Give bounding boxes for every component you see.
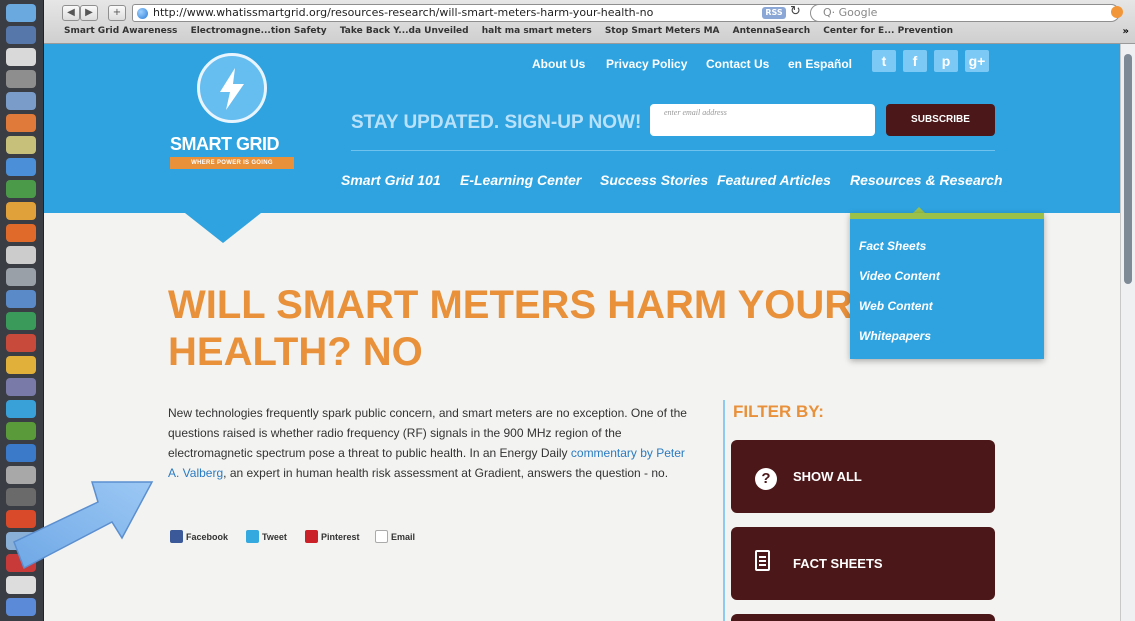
- question-icon: ?: [755, 468, 777, 490]
- lightning-icon[interactable]: [197, 53, 267, 123]
- googleplus-icon[interactable]: g+: [965, 50, 989, 72]
- resources-dropdown: Fact Sheets Video Content Web Content Wh…: [850, 213, 1044, 359]
- dock-app-icon[interactable]: [6, 202, 36, 220]
- document-icon: [755, 550, 770, 571]
- show-all-button[interactable]: ? SHOW ALL: [731, 440, 995, 513]
- dock-app-icon[interactable]: [6, 246, 36, 264]
- dock-app-icon[interactable]: [6, 4, 36, 22]
- dock-app-icon[interactable]: [6, 334, 36, 352]
- dock-app-icon[interactable]: [6, 136, 36, 154]
- dock-app-icon[interactable]: [6, 356, 36, 374]
- subscribe-button[interactable]: SUBSCRIBE: [886, 104, 995, 136]
- share-label: Pinterest: [321, 532, 360, 542]
- nav-resources-research[interactable]: Resources & Research: [850, 172, 1003, 188]
- share-pinterest[interactable]: Pinterest: [305, 530, 360, 543]
- share-email[interactable]: Email: [375, 530, 415, 543]
- dock-app-icon[interactable]: [6, 268, 36, 286]
- pinterest-icon: [305, 530, 318, 543]
- dock-app-icon[interactable]: [6, 114, 36, 132]
- bookmark-item[interactable]: Stop Smart Meters MA: [605, 26, 720, 36]
- bookmark-item[interactable]: Electromagne...tion Safety: [191, 26, 327, 36]
- share-label: Facebook: [186, 532, 229, 542]
- twitter-icon[interactable]: t: [872, 50, 896, 72]
- logo-title[interactable]: SMART GRID: [170, 134, 280, 155]
- bookmark-item[interactable]: Center for E... Prevention: [823, 26, 953, 36]
- dock-app-icon[interactable]: [6, 224, 36, 242]
- header-divider: [351, 150, 995, 151]
- dock-app-icon[interactable]: [6, 422, 36, 440]
- dock-app-icon[interactable]: [6, 158, 36, 176]
- pinterest-icon[interactable]: p: [934, 50, 958, 72]
- dock-app-icon[interactable]: [6, 92, 36, 110]
- browser-toolbar: ◀ ▶ + http://www.whatissmartgrid.org/res…: [44, 0, 1135, 44]
- fact-sheets-button[interactable]: FACT SHEETS: [731, 527, 995, 600]
- top-link-contact[interactable]: Contact Us: [706, 57, 769, 71]
- back-button[interactable]: ◀: [62, 5, 80, 21]
- dock-app-icon[interactable]: [6, 576, 36, 594]
- globe-icon: [137, 8, 148, 19]
- email-input[interactable]: enter email address: [650, 104, 875, 136]
- url-text: http://www.whatissmartgrid.org/resources…: [153, 6, 654, 19]
- bookmark-item[interactable]: Smart Grid Awareness: [64, 26, 177, 36]
- bookmark-item[interactable]: Take Back Y...da Unveiled: [340, 26, 469, 36]
- dock-app-icon[interactable]: [6, 70, 36, 88]
- email-icon: [375, 530, 388, 543]
- nav-smart-grid-101[interactable]: Smart Grid 101: [341, 172, 441, 188]
- dropdown-video-content[interactable]: Video Content: [859, 269, 940, 283]
- dropdown-web-content[interactable]: Web Content: [859, 299, 933, 313]
- top-link-spanish[interactable]: en Español: [788, 57, 852, 71]
- dropdown-whitepapers[interactable]: Whitepapers: [859, 329, 931, 343]
- button-label: SHOW ALL: [793, 469, 862, 484]
- dock-app-icon[interactable]: [6, 400, 36, 418]
- share-facebook[interactable]: Facebook: [170, 530, 228, 543]
- annotation-arrow-icon: [13, 481, 154, 570]
- logo-tagline: WHERE POWER IS GOING: [170, 157, 294, 169]
- bookmark-item[interactable]: halt ma smart meters: [482, 26, 592, 36]
- facebook-icon[interactable]: f: [903, 50, 927, 72]
- dock-app-icon[interactable]: [6, 48, 36, 66]
- facebook-icon: [170, 530, 183, 543]
- nav-e-learning-center[interactable]: E-Learning Center: [460, 172, 581, 188]
- dropdown-fact-sheets[interactable]: Fact Sheets: [859, 239, 926, 253]
- nav-featured-articles[interactable]: Featured Articles: [717, 172, 831, 188]
- top-link-about[interactable]: About Us: [532, 57, 585, 71]
- snapback-icon[interactable]: [1111, 6, 1123, 18]
- dock-app-icon[interactable]: [6, 180, 36, 198]
- dock-app-icon[interactable]: [6, 290, 36, 308]
- dock-app-icon[interactable]: [6, 26, 36, 44]
- sidebar-divider: [723, 400, 725, 621]
- top-link-privacy[interactable]: Privacy Policy: [606, 57, 687, 71]
- bookmarks-more-icon[interactable]: »: [1123, 26, 1129, 37]
- bookmarks-bar: Smart Grid Awareness Electromagne...tion…: [64, 26, 1124, 42]
- dock-app-icon[interactable]: [6, 312, 36, 330]
- dock-app-icon[interactable]: [6, 378, 36, 396]
- paragraph-text: , an expert in human health risk assessm…: [223, 466, 669, 480]
- scrollbar-thumb[interactable]: [1124, 54, 1132, 284]
- reload-icon[interactable]: ↻: [790, 4, 801, 19]
- add-tab-button[interactable]: +: [108, 5, 126, 21]
- button-label: FACT SHEETS: [793, 556, 883, 571]
- nav-success-stories[interactable]: Success Stories: [600, 172, 708, 188]
- header-pointer: [185, 213, 261, 243]
- forward-button[interactable]: ▶: [80, 5, 98, 21]
- title-line: HEALTH? NO: [168, 330, 423, 374]
- share-label: Tweet: [262, 532, 287, 542]
- twitter-icon: [246, 530, 259, 543]
- address-bar[interactable]: http://www.whatissmartgrid.org/resources…: [132, 4, 832, 22]
- signup-heading: STAY UPDATED. SIGN-UP NOW!: [351, 112, 642, 133]
- rss-icon[interactable]: RSS: [762, 7, 786, 19]
- scrollbar[interactable]: [1120, 44, 1135, 621]
- share-tweet[interactable]: Tweet: [246, 530, 287, 543]
- filter-heading: FILTER BY:: [733, 402, 824, 421]
- share-label: Email: [391, 532, 416, 542]
- search-input[interactable]: Q· Google: [810, 4, 1120, 22]
- dock-app-icon[interactable]: [6, 598, 36, 616]
- article-paragraph: New technologies frequently spark public…: [168, 403, 688, 483]
- title-line: WILL SMART METERS HARM YOUR: [168, 283, 854, 327]
- filter-button[interactable]: [731, 614, 995, 621]
- bookmark-item[interactable]: AntennaSearch: [733, 26, 811, 36]
- page-title: WILL SMART METERS HARM YOUR HEALTH? NO: [168, 282, 888, 376]
